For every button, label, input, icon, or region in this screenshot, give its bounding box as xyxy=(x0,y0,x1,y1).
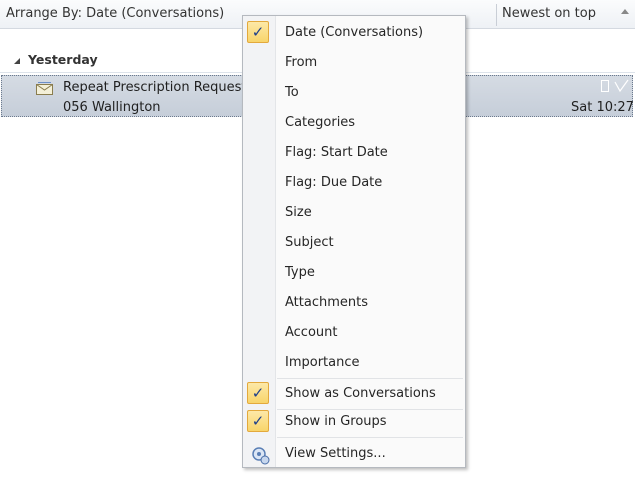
menu-item-label: Categories xyxy=(285,115,356,130)
envelope-icon xyxy=(36,82,53,95)
sort-order-button[interactable]: Newest on top xyxy=(502,6,596,21)
menu-item-label: Attachments xyxy=(285,295,368,310)
menu-item-label: View Settings... xyxy=(285,446,386,461)
menu-item-categories[interactable]: Categories xyxy=(244,110,464,136)
checkmark-icon: ✓ xyxy=(247,410,269,432)
flag-icon[interactable] xyxy=(600,79,630,95)
menu-item-view-settings[interactable]: View Settings... xyxy=(244,441,464,467)
menu-separator xyxy=(277,409,463,410)
menu-item-account[interactable]: Account xyxy=(244,320,464,346)
menu-item-label: From xyxy=(285,55,318,70)
message-time: Sat 10:27 xyxy=(571,100,634,115)
menu-item-date-conversations[interactable]: ✓ Date (Conversations) xyxy=(244,20,464,46)
menu-separator xyxy=(277,378,463,379)
group-label: Yesterday xyxy=(28,52,98,67)
scroll-up-icon[interactable] xyxy=(621,9,629,14)
menu-item-label: Flag: Start Date xyxy=(285,145,388,160)
header-divider xyxy=(496,4,497,26)
checkmark-icon: ✓ xyxy=(247,382,269,404)
menu-item-label: To xyxy=(285,85,299,100)
menu-item-show-as-conversations[interactable]: ✓ Show as Conversations xyxy=(244,381,464,407)
view-settings-icon xyxy=(252,447,270,465)
arrange-by-menu: ✓ Date (Conversations) From To Categories Fla… xyxy=(242,15,466,468)
menu-item-attachments[interactable]: Attachments xyxy=(244,290,464,316)
message-sender: 056 Wallington xyxy=(63,100,161,115)
menu-item-label: Account xyxy=(285,325,338,340)
message-subject: Repeat Prescription Request xyxy=(63,80,247,95)
menu-separator xyxy=(277,437,463,438)
menu-item-type[interactable]: Type xyxy=(244,260,464,286)
menu-item-from[interactable]: From xyxy=(244,50,464,76)
menu-item-size[interactable]: Size xyxy=(244,200,464,226)
menu-item-show-in-groups[interactable]: ✓ Show in Groups xyxy=(244,409,464,435)
collapse-triangle-icon[interactable] xyxy=(14,57,20,64)
menu-item-flag-due-date[interactable]: Flag: Due Date xyxy=(244,170,464,196)
menu-item-label: Type xyxy=(285,265,315,280)
menu-item-label: Flag: Due Date xyxy=(285,175,383,190)
menu-item-label: Size xyxy=(285,205,312,220)
menu-item-flag-start-date[interactable]: Flag: Start Date xyxy=(244,140,464,166)
menu-item-subject[interactable]: Subject xyxy=(244,230,464,256)
menu-item-to[interactable]: To xyxy=(244,80,464,106)
menu-item-label: Show as Conversations xyxy=(285,386,436,401)
menu-item-label: Subject xyxy=(285,235,334,250)
menu-item-label: Show in Groups xyxy=(285,414,387,429)
group-header-yesterday[interactable]: Yesterday xyxy=(14,52,98,67)
menu-item-label: Importance xyxy=(285,355,360,370)
menu-item-label: Date (Conversations) xyxy=(285,25,424,40)
arrange-by-button[interactable]: Arrange By: Date (Conversations) xyxy=(6,6,224,21)
checkmark-icon: ✓ xyxy=(247,21,269,43)
menu-item-importance[interactable]: Importance xyxy=(244,350,464,376)
